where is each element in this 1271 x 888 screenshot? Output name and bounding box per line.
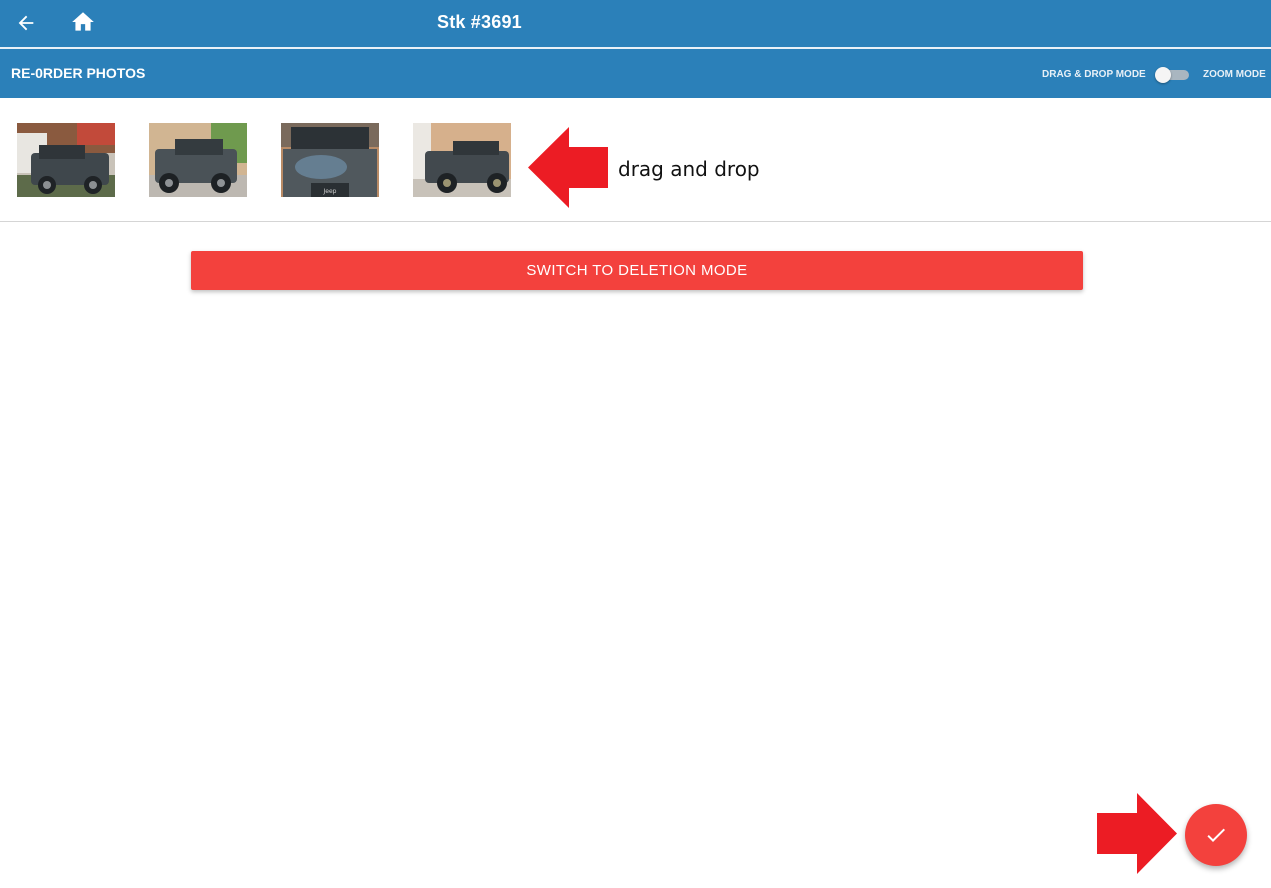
section-title: RE-0RDER PHOTOS xyxy=(11,65,146,81)
switch-to-deletion-mode-button[interactable]: SWITCH TO DELETION MODE xyxy=(191,251,1083,290)
section-header: RE-0RDER PHOTOS DRAG & DROP MODE ZOOM MO… xyxy=(0,49,1271,98)
zoom-mode-label: ZOOM MODE xyxy=(1203,69,1266,80)
photo-thumbnail-2[interactable] xyxy=(149,123,247,197)
home-icon xyxy=(72,12,94,31)
drag-drop-annotation: drag and drop xyxy=(618,157,760,181)
page-title: Stk #3691 xyxy=(437,12,522,32)
photo-thumbnail-1[interactable] xyxy=(17,123,115,197)
check-icon xyxy=(1207,828,1225,842)
toggle-knob xyxy=(1155,67,1171,83)
red-arrow-right-icon xyxy=(1097,793,1177,874)
drag-drop-mode-label: DRAG & DROP MODE xyxy=(1042,69,1146,80)
red-arrow-left-icon xyxy=(528,127,608,208)
back-button[interactable] xyxy=(12,9,40,37)
arrow-back-icon xyxy=(18,15,34,31)
photo-thumbnail-4[interactable] xyxy=(413,123,511,197)
mode-toggle[interactable] xyxy=(1155,67,1191,83)
svg-text:Jeep: Jeep xyxy=(323,188,337,195)
home-button[interactable] xyxy=(69,8,97,36)
photo-thumbnail-3[interactable]: Jeep xyxy=(281,123,379,197)
confirm-button[interactable] xyxy=(1185,804,1247,866)
top-app-bar: Stk #3691 xyxy=(0,0,1271,47)
